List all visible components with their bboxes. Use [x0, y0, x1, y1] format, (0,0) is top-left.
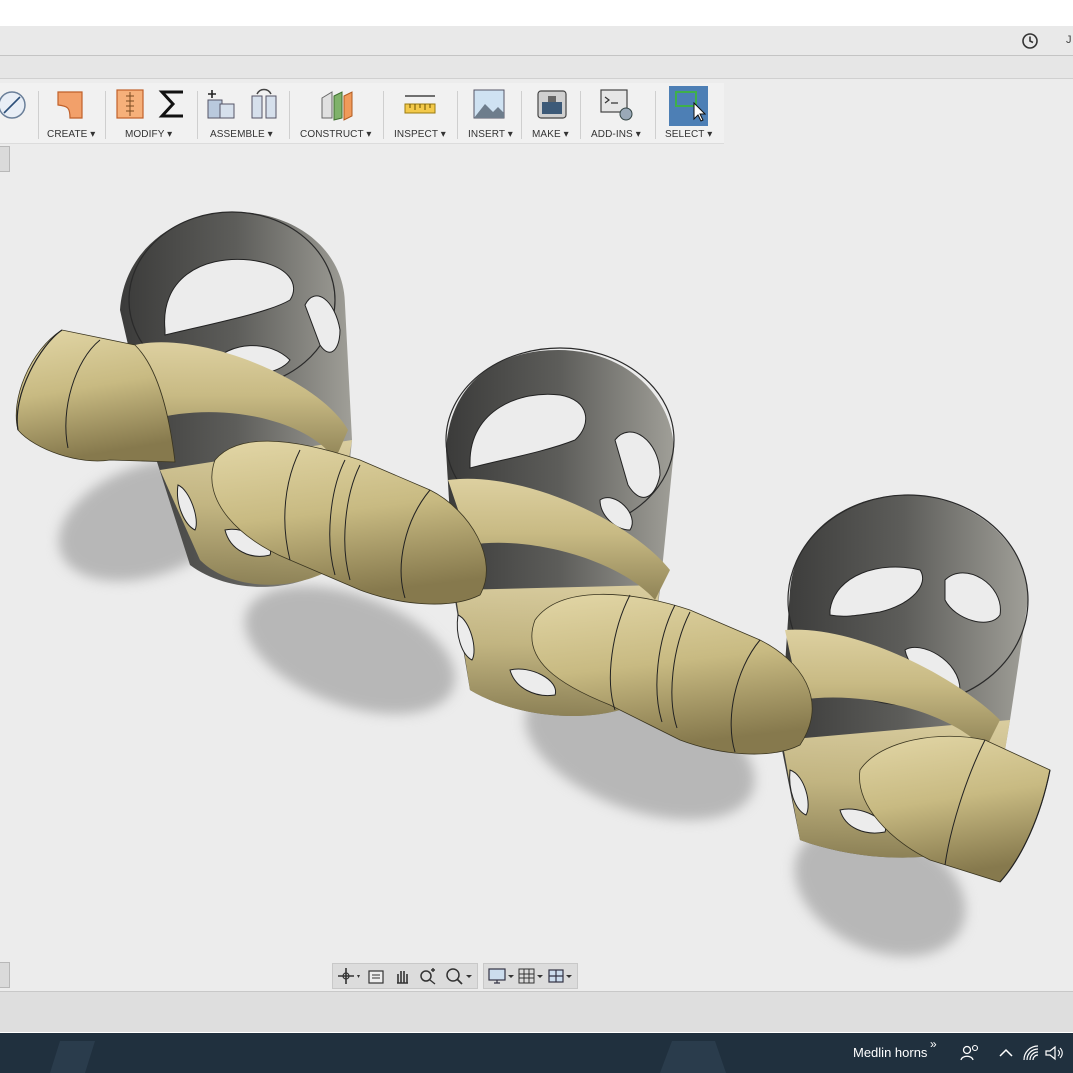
toolbar-separator [197, 91, 198, 139]
scripts-icon [600, 89, 633, 121]
construct-menu-label: CONSTRUCT ▾ [300, 129, 372, 140]
toolbar-separator [655, 91, 656, 139]
3d-print-icon [537, 90, 567, 119]
toolbar-separator [289, 91, 290, 139]
navigation-toolbar [332, 963, 478, 989]
model-render[interactable] [0, 79, 1073, 991]
document-tab-bar [0, 56, 1073, 79]
create-menu[interactable]: CREATE ▾ [42, 83, 102, 143]
inspect-menu-label: INSPECT ▾ [394, 129, 446, 140]
browser-panel-toggle[interactable] [0, 146, 10, 172]
viewports-icon[interactable] [547, 967, 575, 985]
add-ins-menu[interactable]: ADD-INS ▾ [584, 83, 652, 143]
modify-menu[interactable]: MODIFY ▾ [108, 83, 194, 143]
make-menu-label: MAKE ▾ [532, 129, 569, 140]
create-shape-icon [57, 91, 83, 119]
people-icon[interactable] [960, 1044, 980, 1062]
orbit-icon[interactable] [337, 967, 361, 985]
add-ins-menu-label: ADD-INS ▾ [591, 129, 641, 140]
toolbar-separator [38, 91, 39, 139]
toolbar-separator [383, 91, 384, 139]
taskbar-pinned-area [50, 1041, 726, 1073]
pan-icon[interactable] [393, 967, 411, 985]
zoom-icon[interactable] [419, 967, 437, 985]
display-toolbar [483, 963, 578, 989]
toolbar-separator [580, 91, 581, 139]
press-pull-icon [116, 89, 144, 119]
select-menu[interactable]: SELECT ▾ [658, 83, 724, 143]
canvas-viewport[interactable] [0, 79, 1073, 991]
insert-menu-label: INSERT ▾ [468, 129, 513, 140]
grid-icon[interactable] [517, 967, 545, 985]
sketch-dimension-icon [0, 91, 26, 119]
assemble-menu[interactable]: ASSEMBLE ▾ [200, 83, 286, 143]
clock-icon[interactable] [1021, 32, 1039, 50]
toolbar-separator [521, 91, 522, 139]
toolbar-separator [105, 91, 106, 139]
construct-menu[interactable]: CONSTRUCT ▾ [292, 83, 380, 143]
sigma-icon [158, 90, 183, 118]
title-bar: J [0, 26, 1073, 56]
inspect-menu[interactable]: INSPECT ▾ [386, 83, 454, 143]
joint-icon [251, 88, 277, 119]
select-window-icon [675, 91, 706, 122]
os-taskbar: Medlin horns » [0, 1033, 1073, 1073]
select-menu-label: SELECT ▾ [665, 129, 713, 140]
volume-icon[interactable] [1044, 1044, 1064, 1062]
plane-icon [321, 91, 353, 121]
timeline-panel-toggle[interactable] [0, 962, 10, 988]
chevron-up-icon[interactable] [998, 1045, 1014, 1061]
status-bar [0, 991, 1073, 1032]
taskbar-overflow-chevron[interactable]: » [930, 1037, 937, 1051]
assemble-menu-label: ASSEMBLE ▾ [210, 129, 273, 140]
insert-menu[interactable]: INSERT ▾ [460, 83, 520, 143]
wifi-icon[interactable] [1022, 1044, 1040, 1062]
image-icon [473, 89, 505, 119]
fit-icon[interactable] [445, 967, 473, 985]
user-initial[interactable]: J [1066, 34, 1072, 46]
modify-menu-label: MODIFY ▾ [125, 129, 173, 140]
measure-icon [404, 95, 436, 114]
main-toolbar: CREATE ▾ MODIFY ▾ ASSEMBLE ▾ CONSTRUCT ▾… [0, 83, 724, 144]
make-menu[interactable]: MAKE ▾ [524, 83, 578, 143]
look-at-icon[interactable] [367, 967, 385, 985]
display-settings-icon[interactable] [487, 967, 515, 985]
taskbar-window-label[interactable]: Medlin horns [853, 1045, 927, 1060]
new-component-icon [207, 90, 235, 119]
toolbar-separator [457, 91, 458, 139]
sketch-group[interactable] [0, 83, 34, 143]
create-menu-label: CREATE ▾ [47, 129, 96, 140]
